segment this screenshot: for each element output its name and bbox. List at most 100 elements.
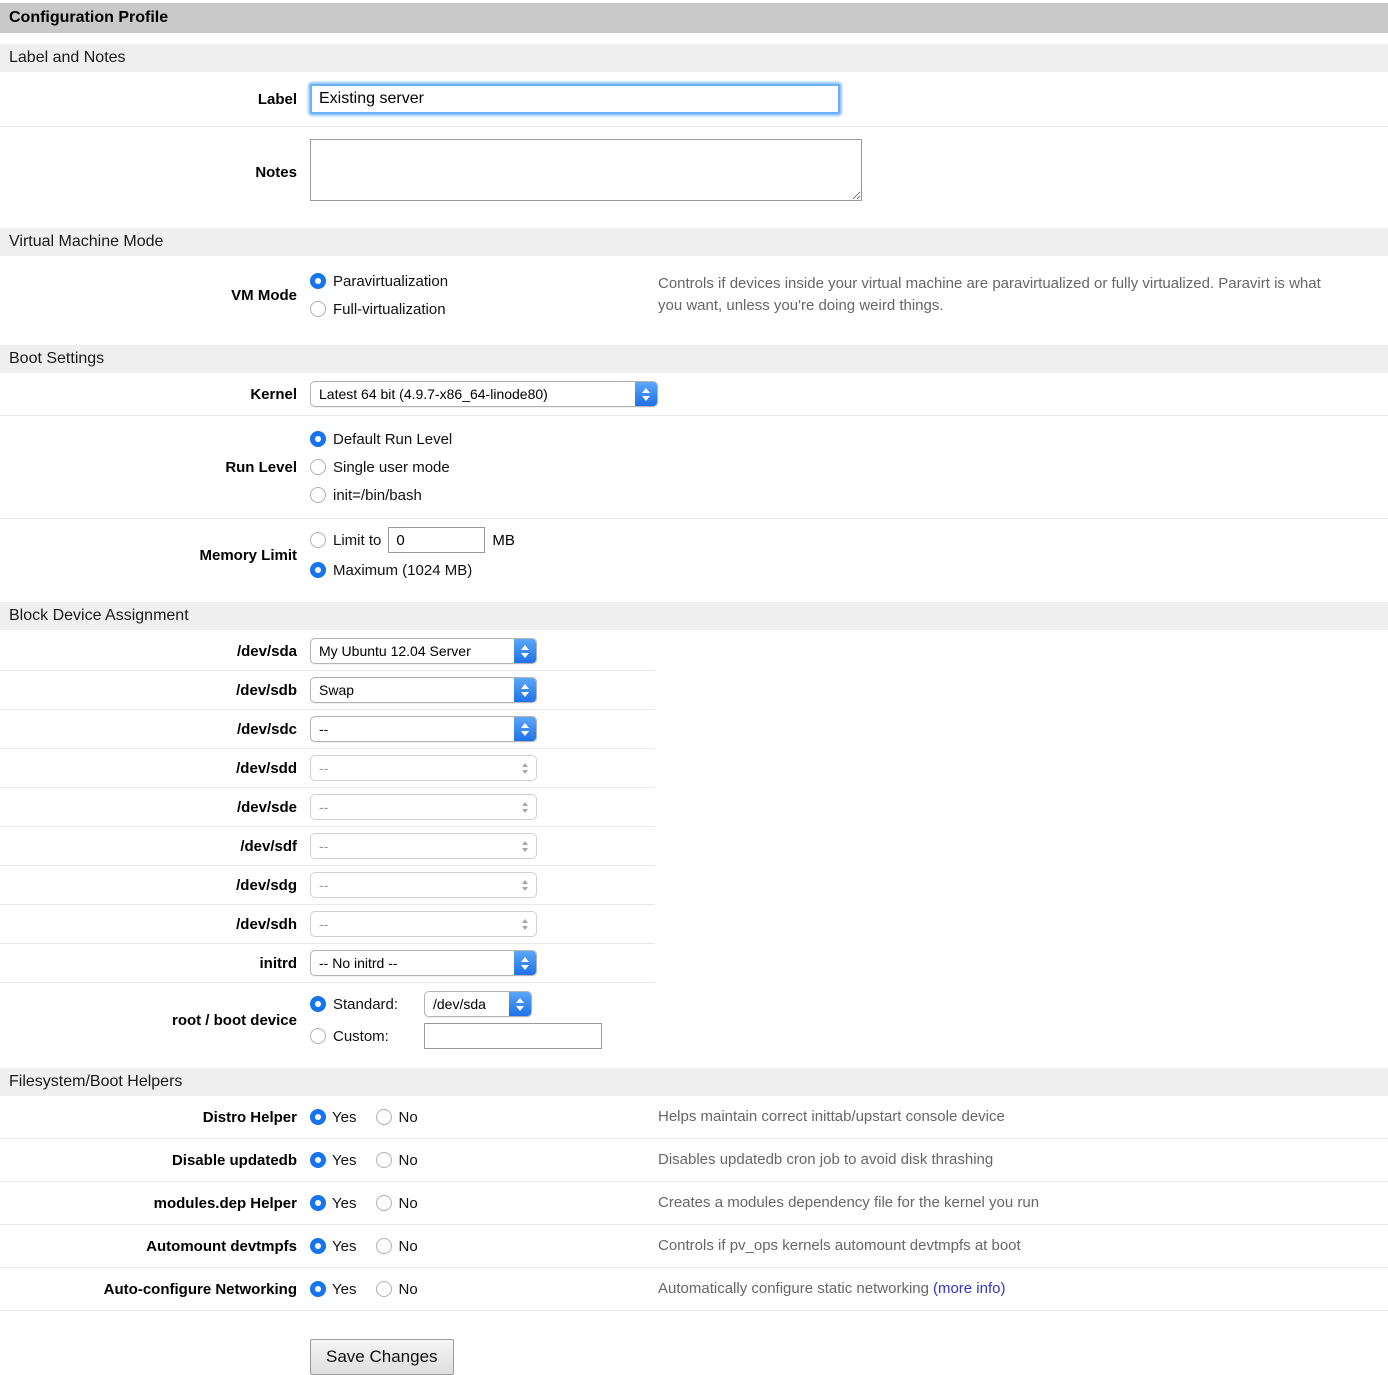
init-bin-bash-radio[interactable]	[310, 487, 326, 503]
auto-configure-networking-yes-radio[interactable]	[310, 1281, 326, 1297]
section-filesystem-boot-helpers: Filesystem/Boot Helpers	[0, 1068, 1388, 1096]
root-standard-select[interactable]: /dev/sda	[424, 991, 532, 1017]
init-bin-bash-label[interactable]: init=/bin/bash	[333, 487, 422, 504]
auto-configure-networking-help-text: Automatically configure static networkin…	[658, 1280, 929, 1297]
distro-helper-no-radio[interactable]	[376, 1109, 392, 1125]
default-run-level-radio[interactable]	[310, 431, 326, 447]
dev-sdg-select-value: --	[319, 877, 508, 893]
save-changes-button[interactable]: Save Changes	[310, 1339, 454, 1375]
select-chevrons-icon	[514, 950, 536, 976]
root-custom-input[interactable]	[424, 1023, 602, 1049]
no-label[interactable]: No	[398, 1195, 417, 1212]
root-custom-radio[interactable]	[310, 1028, 326, 1044]
select-chevrons-icon	[514, 872, 536, 898]
section-block-device-assignment: Block Device Assignment	[0, 602, 1388, 630]
initrd-select-value: -- No initrd --	[319, 955, 508, 971]
default-run-level-label[interactable]: Default Run Level	[333, 431, 452, 448]
run-level-label: Run Level	[0, 459, 297, 476]
disable-updatedb-yes-radio[interactable]	[310, 1152, 326, 1168]
memory-limit-row: Memory Limit Limit to MB Maximum (1024 M…	[0, 519, 1388, 591]
automount-devtmpfs-no-radio[interactable]	[376, 1238, 392, 1254]
modules-dep-helper-label: modules.dep Helper	[0, 1195, 297, 1212]
modules-dep-helper-row: modules.dep Helper Yes No Creates a modu…	[0, 1182, 1388, 1225]
no-label[interactable]: No	[398, 1109, 417, 1126]
no-label[interactable]: No	[398, 1152, 417, 1169]
disable-updatedb-no-radio[interactable]	[376, 1152, 392, 1168]
vm-mode-label: VM Mode	[0, 287, 297, 304]
dev-sdb-select[interactable]: Swap	[310, 677, 537, 703]
automount-devtmpfs-label: Automount devtmpfs	[0, 1238, 297, 1255]
modules-dep-no-radio[interactable]	[376, 1195, 392, 1211]
more-info-link[interactable]: (more info)	[933, 1280, 1006, 1297]
dev-sdf-select-value: --	[319, 838, 508, 854]
memory-maximum-label[interactable]: Maximum (1024 MB)	[333, 562, 472, 579]
kernel-select[interactable]: Latest 64 bit (4.9.7-x86_64-linode80)	[310, 381, 658, 407]
block-device-row: /dev/sdd --	[0, 749, 655, 788]
single-user-mode-label[interactable]: Single user mode	[333, 459, 450, 476]
label-row: Label	[0, 72, 1388, 127]
dev-sdc-select-value: --	[319, 721, 508, 737]
root-custom-label[interactable]: Custom:	[333, 1028, 417, 1045]
block-device-row: /dev/sdh --	[0, 905, 655, 944]
root-boot-device-row: root / boot device Standard: /dev/sda Cu…	[0, 983, 1388, 1057]
label-input[interactable]	[310, 84, 840, 114]
distro-helper-label: Distro Helper	[0, 1109, 297, 1126]
modules-dep-yes-radio[interactable]	[310, 1195, 326, 1211]
dev-sdg-label: /dev/sdg	[0, 877, 297, 894]
page-title: Configuration Profile	[0, 3, 1388, 33]
dev-sdf-label: /dev/sdf	[0, 838, 297, 855]
dev-sdh-select: --	[310, 911, 537, 937]
modules-dep-helper-help: Creates a modules dependency file for th…	[658, 1192, 1330, 1214]
dev-sdg-select: --	[310, 872, 537, 898]
yes-label[interactable]: Yes	[332, 1281, 356, 1298]
dev-sdh-select-value: --	[319, 916, 508, 932]
select-chevrons-icon	[514, 716, 536, 742]
no-label[interactable]: No	[398, 1238, 417, 1255]
yes-label[interactable]: Yes	[332, 1195, 356, 1212]
full-virtualization-label[interactable]: Full-virtualization	[333, 301, 446, 318]
memory-maximum-radio[interactable]	[310, 562, 326, 578]
initrd-select[interactable]: -- No initrd --	[310, 950, 537, 976]
distro-helper-help: Helps maintain correct inittab/upstart c…	[658, 1106, 1330, 1128]
dev-sde-label: /dev/sde	[0, 799, 297, 816]
root-standard-label[interactable]: Standard:	[333, 996, 417, 1013]
yes-label[interactable]: Yes	[332, 1109, 356, 1126]
single-user-mode-radio[interactable]	[310, 459, 326, 475]
paravirtualization-radio[interactable]	[310, 273, 326, 289]
paravirtualization-label[interactable]: Paravirtualization	[333, 273, 448, 290]
dev-sda-label: /dev/sda	[0, 643, 297, 660]
root-standard-radio[interactable]	[310, 996, 326, 1012]
dev-sdc-select[interactable]: --	[310, 716, 537, 742]
dev-sdd-label: /dev/sdd	[0, 760, 297, 777]
memory-unit-label: MB	[492, 532, 515, 549]
block-device-row: /dev/sda My Ubuntu 12.04 Server	[0, 632, 655, 671]
block-device-row: /dev/sdb Swap	[0, 671, 655, 710]
root-standard-select-value: /dev/sda	[433, 996, 503, 1012]
full-virtualization-radio[interactable]	[310, 301, 326, 317]
block-device-row: initrd -- No initrd --	[0, 944, 655, 983]
dev-sdf-select: --	[310, 833, 537, 859]
dev-sdc-label: /dev/sdc	[0, 721, 297, 738]
select-chevrons-icon	[514, 638, 536, 664]
select-chevrons-icon	[514, 755, 536, 781]
vm-mode-help: Controls if devices inside your virtual …	[658, 273, 1330, 317]
memory-limit-input[interactable]	[388, 527, 485, 553]
vm-mode-row: VM Mode Paravirtualization Full-virtuali…	[0, 256, 1388, 334]
block-device-row: /dev/sde --	[0, 788, 655, 827]
yes-label[interactable]: Yes	[332, 1238, 356, 1255]
notes-textarea[interactable]	[310, 139, 862, 201]
notes-field-label: Notes	[0, 164, 297, 181]
select-chevrons-icon	[635, 381, 657, 407]
dev-sda-select[interactable]: My Ubuntu 12.04 Server	[310, 638, 537, 664]
automount-devtmpfs-yes-radio[interactable]	[310, 1238, 326, 1254]
distro-helper-yes-radio[interactable]	[310, 1109, 326, 1125]
memory-limit-to-radio[interactable]	[310, 532, 326, 548]
disable-updatedb-help: Disables updatedb cron job to avoid disk…	[658, 1149, 1330, 1171]
auto-configure-networking-no-radio[interactable]	[376, 1281, 392, 1297]
kernel-select-value: Latest 64 bit (4.9.7-x86_64-linode80)	[319, 386, 629, 402]
dev-sde-select-value: --	[319, 799, 508, 815]
memory-limit-to-label[interactable]: Limit to	[333, 532, 381, 549]
automount-devtmpfs-help: Controls if pv_ops kernels automount dev…	[658, 1235, 1330, 1257]
yes-label[interactable]: Yes	[332, 1152, 356, 1169]
no-label[interactable]: No	[398, 1281, 417, 1298]
